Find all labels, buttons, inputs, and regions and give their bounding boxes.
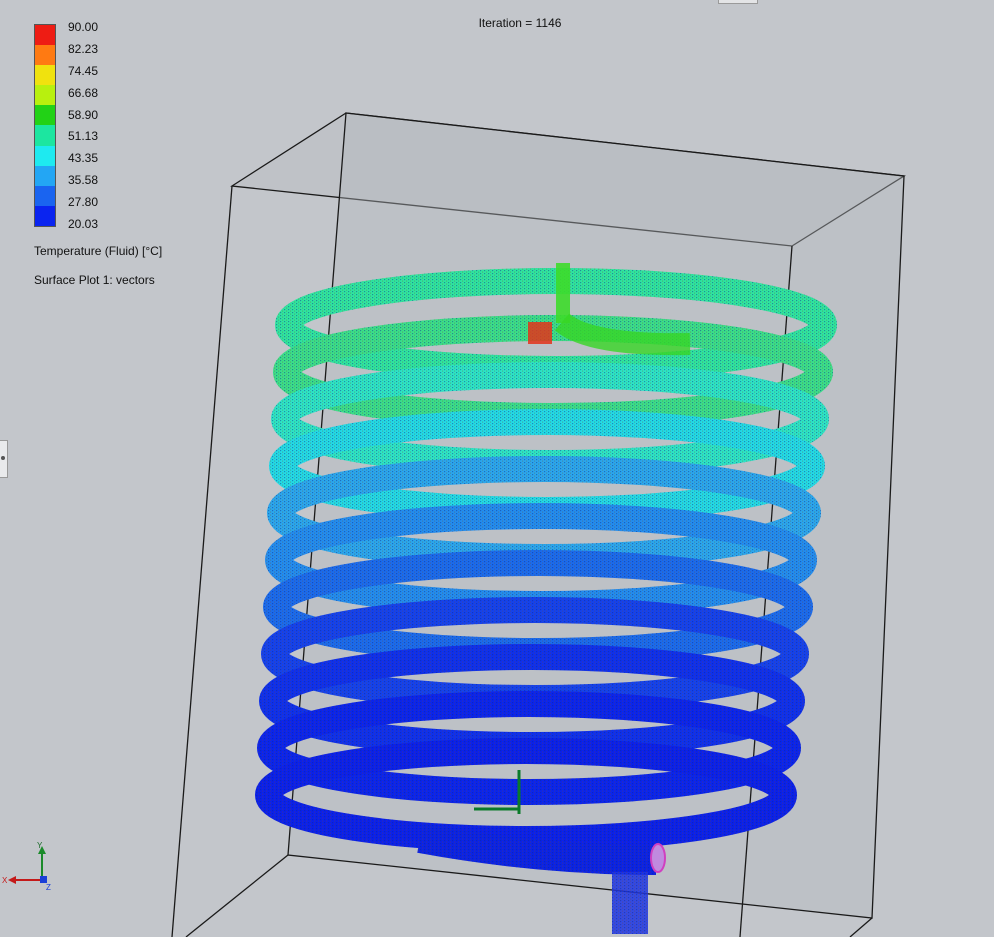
graphics-viewport[interactable] — [0, 0, 994, 937]
legend-tick-label: 58.90 — [68, 107, 99, 122]
legend-segment — [35, 125, 55, 146]
legend-segment — [35, 105, 55, 126]
legend-segment — [35, 25, 55, 46]
legend-segment — [35, 85, 55, 106]
legend-segment — [35, 145, 55, 166]
legend-tick-label: 27.80 — [68, 195, 99, 210]
triad-x-label: X — [2, 876, 8, 885]
legend-segment — [35, 205, 55, 226]
side-panel-handle[interactable] — [0, 440, 8, 478]
legend-tick-label: 90.00 — [68, 20, 99, 34]
legend-color-bar — [34, 24, 56, 227]
legend-tick-label: 74.45 — [68, 63, 99, 78]
iteration-label: Iteration = 1146 — [478, 16, 562, 30]
legend-segment — [35, 165, 55, 186]
legend-tick-label: 43.35 — [68, 151, 99, 166]
legend-segment — [35, 45, 55, 66]
outlet-pipe — [417, 823, 666, 934]
top-panel-handle[interactable] — [718, 0, 758, 4]
triad-y-label: Y — [37, 841, 43, 850]
legend-tick-label: 35.58 — [68, 173, 99, 188]
axis-triad: Y X Z — [2, 841, 51, 892]
legend-tick-label: 51.13 — [68, 129, 99, 144]
legend-segment — [35, 65, 55, 86]
legend-tick-label: 66.68 — [68, 85, 99, 100]
legend-tick-label: 20.03 — [68, 217, 99, 231]
legend-segment — [35, 185, 55, 206]
legend-title: Temperature (Fluid) [°C] — [34, 244, 163, 258]
triad-z-label: Z — [46, 883, 51, 892]
surface-plot-name: Surface Plot 1: vectors — [34, 273, 155, 287]
legend-tick-label: 82.23 — [68, 41, 99, 56]
